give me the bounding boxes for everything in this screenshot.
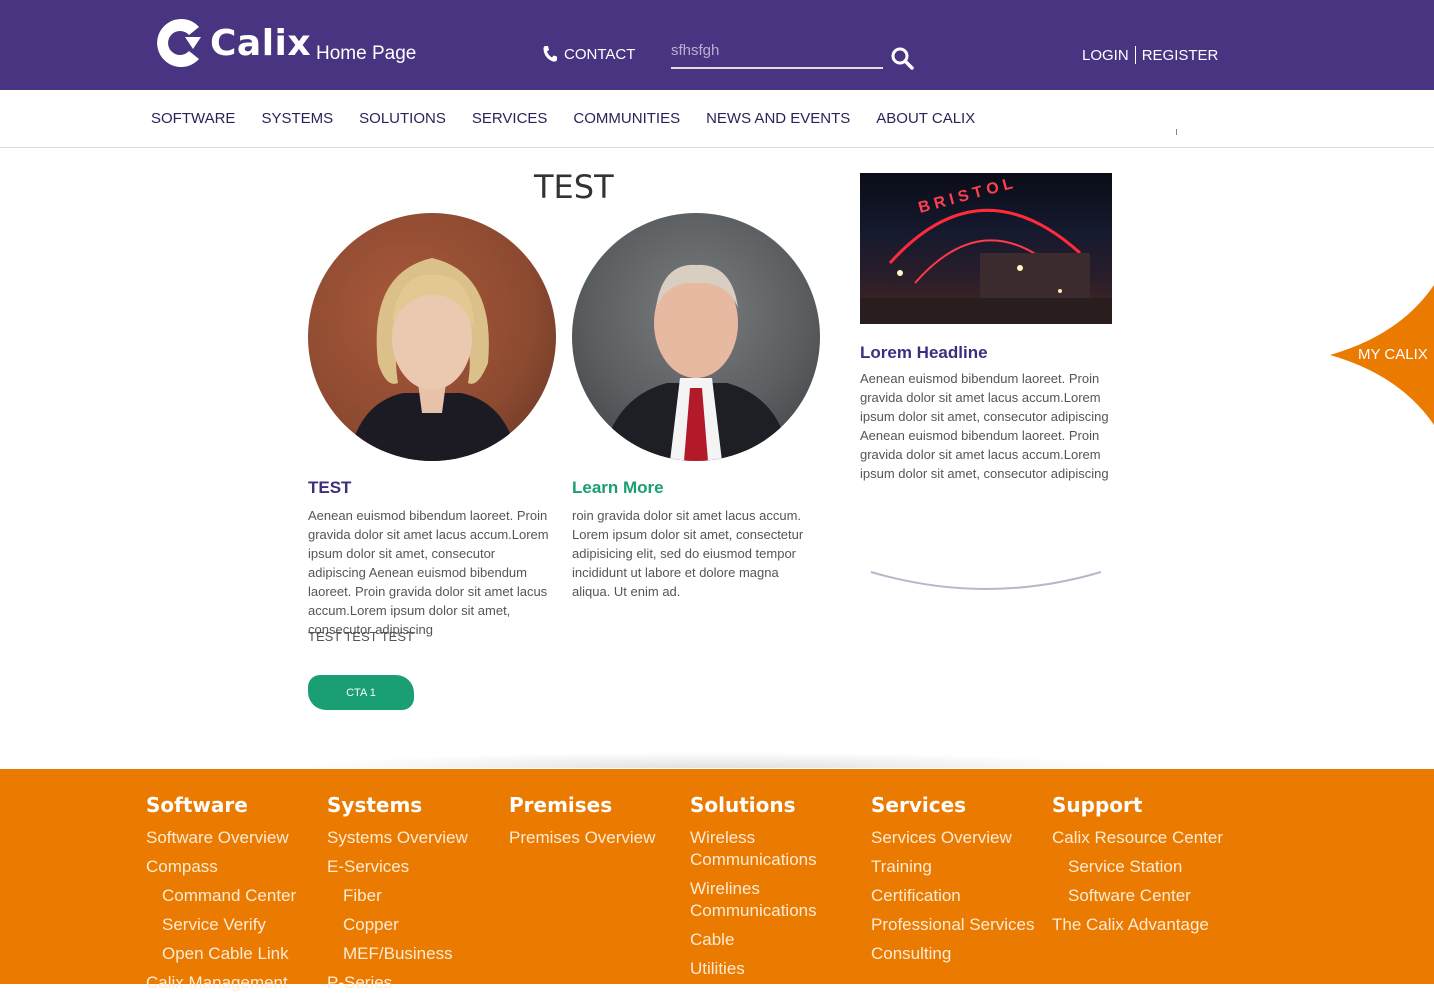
card-body-test: Aenean euismod bibendum laoreet. Proin g… (308, 508, 549, 637)
footer-link[interactable]: Services Overview (871, 827, 1046, 849)
test-text: TEST TEST TEST (308, 629, 414, 644)
footer-column-systems: Systems Systems Overview E-Services Fibe… (327, 793, 502, 1001)
footer-link[interactable]: Software Overview (146, 827, 321, 849)
top-header: Calix Home Page CONTACT LOGIN REGISTER (0, 0, 1434, 90)
footer-link[interactable]: Compass (146, 856, 321, 878)
calix-logo-icon (157, 18, 201, 67)
footer-link[interactable]: Command Center (146, 885, 321, 907)
footer-column-services: Services Services Overview Training Cert… (871, 793, 1046, 972)
footer-link[interactable]: Certification (871, 885, 1046, 907)
nav-divider (1176, 129, 1177, 135)
nav-item-about-calix[interactable]: ABOUT CALIX (876, 110, 975, 127)
page-title: TEST (534, 168, 614, 206)
auth-divider (1134, 46, 1136, 64)
search-field[interactable] (671, 42, 883, 69)
footer-link[interactable]: Copper (327, 914, 502, 936)
main-nav: SOFTWARE SYSTEMS SOLUTIONS SERVICES COMM… (0, 90, 1434, 148)
card-title-learn-more[interactable]: Learn More (572, 478, 664, 498)
footer-column-software: Software Software Overview Compass Comma… (146, 793, 321, 1001)
footer-link[interactable]: Cable (690, 929, 865, 951)
swoosh-divider (870, 571, 1102, 590)
footer-column-solutions: Solutions Wireless Communications Wireli… (690, 793, 865, 987)
footer-link[interactable]: Fiber (327, 885, 502, 907)
cta-1-button[interactable]: CTA 1 (308, 675, 414, 710)
footer-link[interactable]: Wirelines Communications (690, 878, 865, 922)
footer-link[interactable]: Utilities (690, 958, 865, 980)
footer-heading[interactable]: Services (871, 793, 1046, 817)
footer-link[interactable]: Service Verify (146, 914, 321, 936)
contact-label: CONTACT (564, 45, 636, 63)
sidebar-body: Aenean euismod bibendum laoreet. Proin g… (860, 371, 1109, 481)
footer-link[interactable]: The Calix Advantage (1052, 914, 1227, 936)
footer-link[interactable]: MEF/Business (327, 943, 502, 965)
footer-link[interactable]: Calix Resource Center (1052, 827, 1227, 849)
nav-item-services[interactable]: SERVICES (472, 110, 548, 127)
footer-link[interactable]: Wireless Communications (690, 827, 865, 871)
card-body-learn-more: roin gravida dolor sit amet lacus accum.… (572, 508, 804, 599)
auth-links: LOGIN REGISTER (1082, 46, 1218, 64)
nav-item-software[interactable]: SOFTWARE (151, 110, 235, 127)
footer-heading[interactable]: Systems (327, 793, 502, 817)
footer-link[interactable]: Calix Management (146, 972, 321, 994)
search-input[interactable] (671, 42, 871, 59)
nav-items: SOFTWARE SYSTEMS SOLUTIONS SERVICES COMM… (151, 110, 975, 127)
page-label: Home Page (316, 43, 417, 64)
portrait-woman (308, 213, 556, 461)
footer-link[interactable]: Premises Overview (509, 827, 684, 849)
logo-text: Calix (210, 23, 312, 64)
nav-item-solutions[interactable]: SOLUTIONS (359, 110, 446, 127)
footer-link[interactable]: P-Series (327, 972, 502, 994)
phone-icon (543, 46, 557, 62)
footer-link[interactable]: Consulting (871, 943, 1046, 965)
footer-link[interactable]: Open Cable Link (146, 943, 321, 965)
contact-link[interactable]: CONTACT (542, 45, 635, 63)
search-button[interactable] (890, 46, 914, 70)
footer-heading[interactable]: Premises (509, 793, 684, 817)
person-photo (602, 264, 790, 461)
content-shadow (290, 752, 1140, 768)
footer-link[interactable]: Training (871, 856, 1046, 878)
footer-column-support: Support Calix Resource Center Service St… (1052, 793, 1227, 943)
footer-link[interactable]: Systems Overview (327, 827, 502, 849)
nav-item-communities[interactable]: COMMUNITIES (573, 110, 680, 127)
sidebar-headline[interactable]: Lorem Headline (860, 343, 988, 363)
footer-column-premises: Premises Premises Overview (509, 793, 684, 856)
footer-link[interactable]: Software Center (1052, 885, 1227, 907)
footer-heading[interactable]: Support (1052, 793, 1227, 817)
bristol-sign-image: B R I S T O L (860, 175, 1112, 324)
footer: Software Software Overview Compass Comma… (0, 769, 1434, 992)
my-calix-tab[interactable]: MY CALIX (1330, 285, 1434, 425)
calix-logo[interactable]: Calix (155, 17, 311, 71)
footer-heading[interactable]: Solutions (690, 793, 865, 817)
nav-item-news-and-events[interactable]: NEWS AND EVENTS (706, 110, 850, 127)
footer-heading[interactable]: Software (146, 793, 321, 817)
person-photo (348, 258, 518, 461)
footer-link[interactable]: E-Services (327, 856, 502, 878)
portrait-man (572, 213, 820, 461)
search-icon (891, 47, 914, 70)
nav-item-systems[interactable]: SYSTEMS (261, 110, 333, 127)
bristol-sign-photo: B R I S T O L (860, 173, 1112, 324)
footer-link[interactable]: Service Station (1052, 856, 1227, 878)
footer-link[interactable]: Professional Services (871, 914, 1046, 936)
card-title-test[interactable]: TEST (308, 478, 351, 498)
login-link[interactable]: LOGIN (1082, 47, 1129, 64)
my-calix-label: MY CALIX (1358, 346, 1428, 363)
register-link[interactable]: REGISTER (1142, 47, 1219, 64)
